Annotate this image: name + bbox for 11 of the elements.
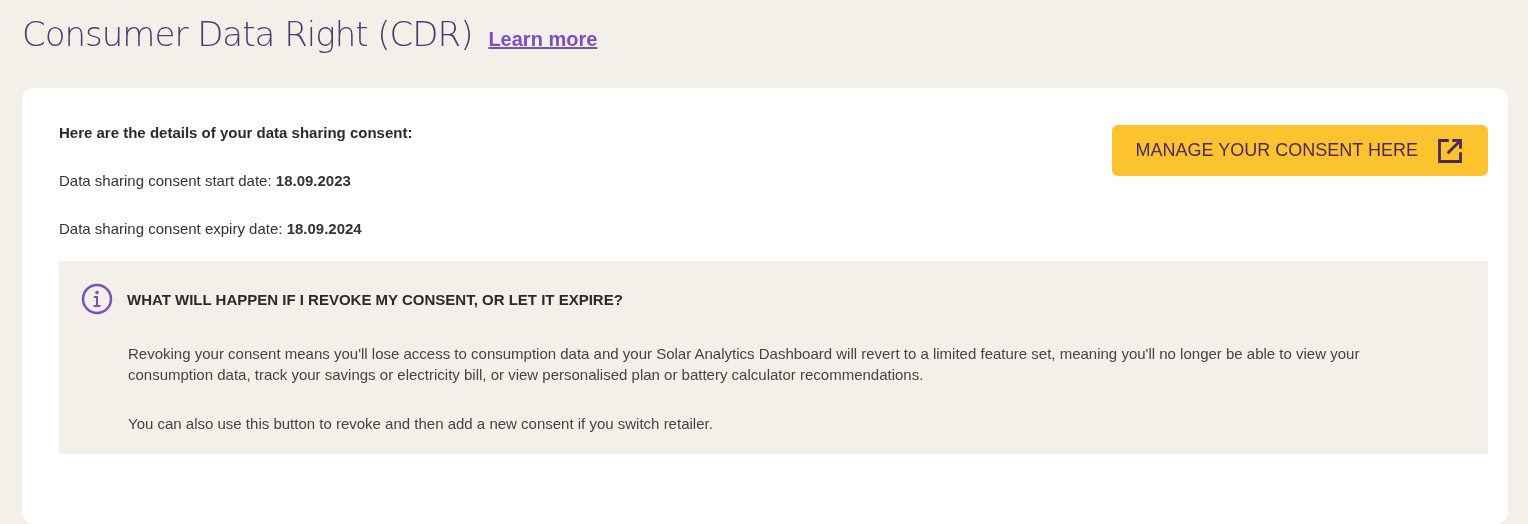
info-heading: WHAT WILL HAPPEN IF I REVOKE MY CONSENT, OR LET IT EXPIRE? (127, 290, 623, 308)
learn-more-link[interactable]: Learn more (488, 28, 598, 51)
info-text: You can also use this button to revoke and then add a new consent if you switch retailer. (128, 414, 714, 434)
manage-consent-button[interactable]: MANAGE YOUR CONSENT HERE (1111, 125, 1488, 176)
info-icon (81, 283, 113, 315)
consent-date: Data sharing consent start date: 18.09.2023 (59, 172, 352, 189)
page-title: Consumer Data Right (CDR) (22, 14, 473, 54)
external-link-icon (1436, 136, 1464, 165)
consent-heading: Here are the details of your data sharing consent: (59, 124, 413, 141)
info-text: Revoking your consent means you'll lose access to consumption data and your Solar Analytics Dashboard will revert to a limited feature set, meaning you'll no longer be able to view your consumption data, track your savings or electricity bill, or view personalised plan or battery calculator recommendations. (128, 344, 1361, 385)
consent-date: Data sharing consent expiry date: 18.09.2024 (59, 220, 363, 237)
